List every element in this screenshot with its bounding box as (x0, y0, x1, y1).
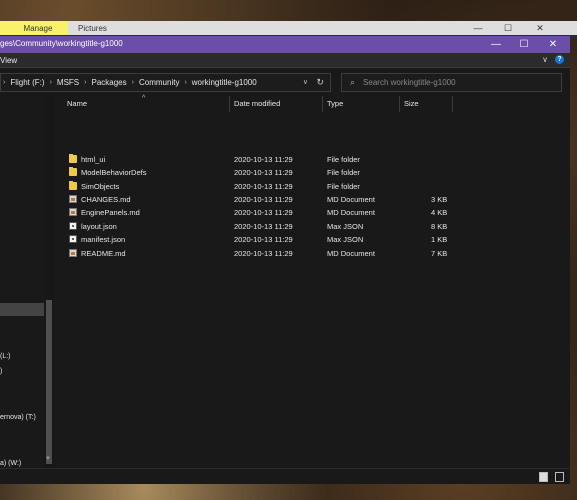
background-close-button[interactable]: ✕ (526, 21, 554, 35)
tab-view[interactable]: View (0, 56, 17, 65)
sort-ascending-icon: ^ (142, 95, 146, 102)
file-size: 4 KB (431, 208, 448, 217)
file-date: 2020-10-13 11:29 (234, 195, 293, 204)
breadcrumb-drive[interactable]: Flight (F:) (7, 78, 47, 87)
nav-selected-item[interactable] (0, 303, 44, 316)
file-date: 2020-10-13 11:29 (234, 155, 293, 164)
file-name: layout.json (81, 222, 117, 231)
file-row-manifest-json[interactable]: manifest.json 2020-10-13 11:29 Max JSON … (67, 233, 457, 246)
column-divider[interactable] (399, 96, 400, 112)
large-icons-view-icon[interactable] (555, 472, 564, 482)
nav-item-drive-l[interactable]: (L:) (0, 353, 11, 360)
ribbon-tab-manage[interactable]: Manage (0, 21, 68, 35)
search-box[interactable]: ⌕ Search workingtitle-g1000 (341, 73, 562, 92)
folder-icon (69, 154, 77, 163)
folder-icon (69, 181, 77, 190)
nav-item-drive[interactable]: ) (0, 368, 2, 375)
column-divider[interactable] (452, 96, 453, 112)
nav-item-drive-w[interactable]: a) (W:) (0, 460, 21, 467)
details-view-icon[interactable] (539, 472, 548, 482)
breadcrumb-community[interactable]: Community (136, 78, 182, 87)
file-row-modelbehaviordefs[interactable]: ModelBehaviorDefs 2020-10-13 11:29 File … (67, 166, 457, 179)
file-name: EnginePanels.md (81, 208, 140, 217)
file-row-enginepanels-md[interactable]: EnginePanels.md 2020-10-13 11:29 MD Docu… (67, 206, 457, 219)
file-date: 2020-10-13 11:29 (234, 182, 293, 191)
column-header-size[interactable]: Size (404, 99, 419, 108)
file-size: 3 KB (431, 195, 448, 204)
column-divider[interactable] (322, 96, 323, 112)
file-date: 2020-10-13 11:29 (234, 222, 293, 231)
address-row: › Flight (F:) › MSFS › Packages › Commun… (0, 68, 570, 96)
column-header-type[interactable]: Type (327, 99, 343, 108)
file-name: CHANGES.md (81, 195, 131, 204)
markdown-file-icon (69, 208, 77, 216)
file-date: 2020-10-13 11:29 (234, 235, 293, 244)
maximize-button[interactable]: ☐ (510, 36, 538, 53)
file-name: html_ui (81, 155, 106, 164)
minimize-button[interactable]: — (482, 36, 510, 53)
background-minimize-button[interactable]: — (464, 21, 492, 35)
file-type: MD Document (327, 208, 375, 217)
breadcrumb-msfs[interactable]: MSFS (54, 78, 82, 87)
file-name: manifest.json (81, 235, 126, 244)
file-size: 1 KB (431, 235, 448, 244)
nav-item-drive-t[interactable]: ernova) (T:) (0, 414, 36, 421)
navigation-pane: (L:) ) ernova) (T:) a) (W:) :) ▼ (0, 96, 54, 468)
file-type: Max JSON (327, 235, 364, 244)
background-maximize-button[interactable]: ☐ (494, 21, 522, 35)
refresh-icon[interactable]: ↻ (316, 77, 324, 88)
ribbon-tab-pictures[interactable]: Pictures (78, 21, 107, 35)
window-title: ges\Community\workingtitle-g1000 (0, 39, 123, 48)
ribbon: View ∨ ? (0, 53, 570, 68)
search-icon: ⌕ (350, 77, 356, 87)
column-header-date-modified[interactable]: Date modified (234, 99, 280, 108)
file-row-readme-md[interactable]: README.md 2020-10-13 11:29 MD Document 7… (67, 247, 457, 260)
file-name: SimObjects (81, 182, 120, 191)
json-file-icon (69, 222, 77, 230)
search-placeholder: Search workingtitle-g1000 (363, 78, 456, 87)
file-list: ^ Name Date modified Type Size html_ui 2… (54, 95, 570, 468)
address-bar[interactable]: › Flight (F:) › MSFS › Packages › Commun… (0, 73, 331, 92)
file-size: 8 KB (431, 222, 448, 231)
breadcrumb-current-folder[interactable]: workingtitle-g1000 (189, 78, 260, 87)
column-divider[interactable] (229, 96, 230, 112)
file-type: MD Document (327, 195, 375, 204)
file-type: Max JSON (327, 222, 364, 231)
file-row-html-ui[interactable]: html_ui 2020-10-13 11:29 File folder (67, 153, 457, 166)
file-row-simobjects[interactable]: SimObjects 2020-10-13 11:29 File folder (67, 180, 457, 193)
file-row-changes-md[interactable]: CHANGES.md 2020-10-13 11:29 MD Document … (67, 193, 457, 206)
address-history-dropdown-icon[interactable]: ∨ (303, 78, 308, 86)
file-explorer-window: ges\Community\workingtitle-g1000 — ☐ ✕ V… (0, 36, 570, 484)
title-bar: ges\Community\workingtitle-g1000 — ☐ ✕ (0, 36, 570, 53)
column-header-row: ^ Name Date modified Type Size (54, 95, 570, 112)
file-type: File folder (327, 168, 360, 177)
file-row-layout-json[interactable]: layout.json 2020-10-13 11:29 Max JSON 8 … (67, 220, 457, 233)
file-size: 7 KB (431, 249, 448, 258)
file-type: File folder (327, 155, 360, 164)
status-bar (0, 468, 570, 484)
markdown-file-icon (69, 249, 77, 257)
column-header-name[interactable]: Name (67, 99, 87, 108)
expand-ribbon-icon[interactable]: ∨ (542, 55, 548, 64)
scroll-down-icon[interactable]: ▼ (45, 456, 51, 462)
file-type: MD Document (327, 249, 375, 258)
folder-icon (69, 167, 77, 176)
breadcrumb-packages[interactable]: Packages (89, 78, 130, 87)
file-date: 2020-10-13 11:29 (234, 249, 293, 258)
help-icon[interactable]: ? (555, 55, 564, 64)
file-date: 2020-10-13 11:29 (234, 168, 293, 177)
file-name: ModelBehaviorDefs (81, 168, 147, 177)
nav-scrollbar-thumb[interactable] (46, 300, 52, 464)
markdown-file-icon (69, 195, 77, 203)
file-date: 2020-10-13 11:29 (234, 208, 293, 217)
json-file-icon (69, 235, 77, 243)
file-name: README.md (81, 249, 126, 258)
close-button[interactable]: ✕ (539, 36, 567, 53)
file-type: File folder (327, 182, 360, 191)
